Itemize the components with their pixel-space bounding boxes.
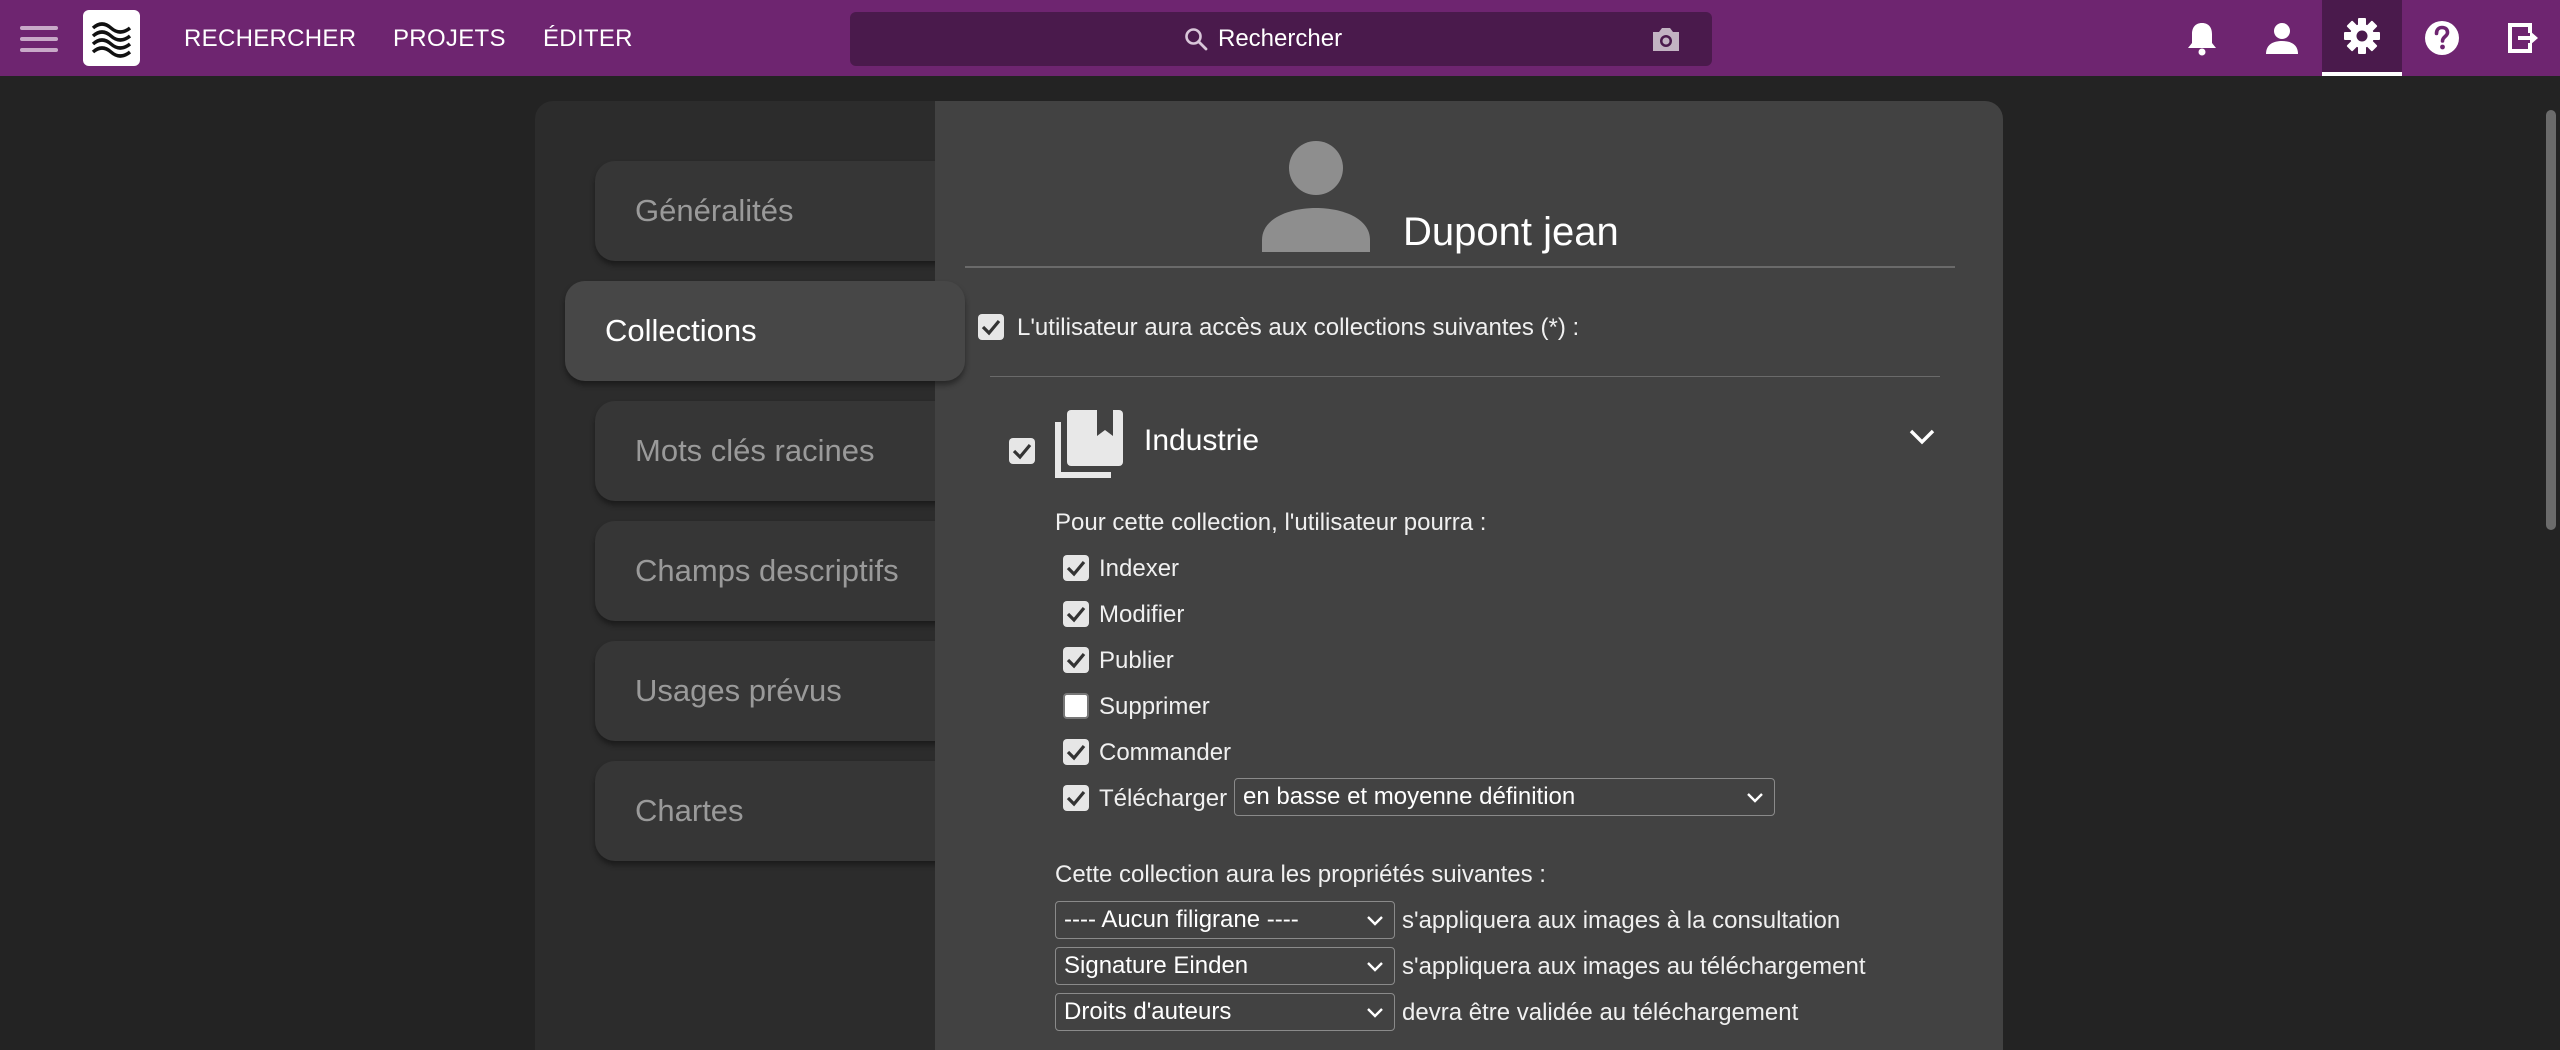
select-value: Droits d'auteurs: [1064, 998, 1232, 1025]
user-name: Dupont jean: [1403, 210, 1619, 254]
chevron-down-icon: [1367, 1008, 1383, 1018]
logout-icon: [2508, 23, 2538, 53]
divider: [990, 376, 1940, 377]
properties-intro: Cette collection aura les propriétés sui…: [1055, 861, 1546, 888]
watermark-download-select[interactable]: Signature Einden: [1055, 947, 1395, 985]
chevron-down-icon[interactable]: [1908, 428, 1936, 446]
access-label: L'utilisateur aura accès aux collections…: [1017, 314, 1580, 341]
sidebar-item-label: Chartes: [635, 793, 744, 828]
charter-select[interactable]: Droits d'auteurs: [1055, 993, 1395, 1031]
menu-icon[interactable]: [20, 26, 58, 52]
select-value: Signature Einden: [1064, 952, 1249, 979]
logout-button[interactable]: [2482, 0, 2560, 76]
sidebar-item-label: Usages prévus: [635, 673, 842, 708]
camera-icon[interactable]: [1650, 25, 1682, 53]
permission-modifier-checkbox[interactable]: [1063, 601, 1089, 627]
permission-publier-checkbox[interactable]: [1063, 647, 1089, 673]
top-bar: RECHERCHER PROJETS ÉDITER: [0, 0, 2560, 76]
sidebar-item-label: Champs descriptifs: [635, 553, 899, 588]
account-button[interactable]: [2242, 0, 2322, 76]
property-suffix: s'appliquera aux images au téléchargemen…: [1402, 953, 1866, 980]
gear-icon: [2344, 18, 2380, 54]
select-value: ---- Aucun filigrane ----: [1064, 906, 1299, 933]
nav-rechercher[interactable]: RECHERCHER: [184, 25, 356, 53]
permission-commander-checkbox[interactable]: [1063, 739, 1089, 765]
download-definition-select[interactable]: en basse et moyenne définition: [1234, 778, 1775, 816]
search-bar: [850, 12, 1712, 66]
scrollbar[interactable]: [2542, 76, 2560, 1050]
sidebar-item-label: Collections: [605, 313, 757, 348]
watermark-consultation-select[interactable]: ---- Aucun filigrane ----: [1055, 901, 1395, 939]
access-checkbox[interactable]: [978, 314, 1004, 340]
collection-name: Industrie: [1144, 424, 1260, 457]
permission-label: Modifier: [1099, 601, 1185, 628]
help-button[interactable]: [2402, 0, 2482, 76]
collection-icon: [1055, 410, 1123, 478]
permission-label: Publier: [1099, 647, 1174, 674]
settings-button[interactable]: [2322, 0, 2402, 76]
sidebar-item-label: Généralités: [635, 193, 794, 228]
avatar-icon: [1262, 141, 1370, 252]
sidebar-item-label: Mots clés racines: [635, 433, 875, 468]
chevron-down-icon: [1367, 916, 1383, 926]
permission-label: Supprimer: [1099, 693, 1210, 720]
property-suffix: s'appliquera aux images à la consultatio…: [1402, 907, 1841, 934]
property-suffix: devra être validée au téléchargement: [1402, 999, 1799, 1026]
search-icon[interactable]: [1184, 27, 1208, 51]
permission-supprimer-checkbox[interactable]: [1063, 693, 1089, 719]
nav-editer[interactable]: ÉDITER: [543, 25, 633, 53]
bell-icon: [2188, 23, 2216, 56]
permission-label: Télécharger: [1099, 785, 1228, 812]
user-icon: [2266, 23, 2298, 54]
scrollbar-thumb[interactable]: [2546, 110, 2556, 530]
collection-checkbox[interactable]: [1009, 438, 1035, 464]
chevron-down-icon: [1367, 962, 1383, 972]
logo-icon[interactable]: [83, 10, 140, 66]
search-input[interactable]: [1218, 22, 1518, 56]
select-value: en basse et moyenne définition: [1243, 783, 1576, 810]
permission-telecharger-checkbox[interactable]: [1063, 785, 1089, 811]
permissions-intro: Pour cette collection, l'utilisateur pou…: [1055, 509, 1487, 536]
permission-label: Commander: [1099, 739, 1232, 766]
permission-label: Indexer: [1099, 555, 1180, 582]
help-icon: [2425, 21, 2459, 55]
nav-projets[interactable]: PROJETS: [393, 25, 506, 53]
chevron-down-icon: [1747, 793, 1763, 803]
divider: [965, 266, 1955, 268]
notifications-button[interactable]: [2162, 0, 2242, 76]
sidebar-item-collections[interactable]: Collections: [565, 281, 965, 381]
permission-indexer-checkbox[interactable]: [1063, 555, 1089, 581]
